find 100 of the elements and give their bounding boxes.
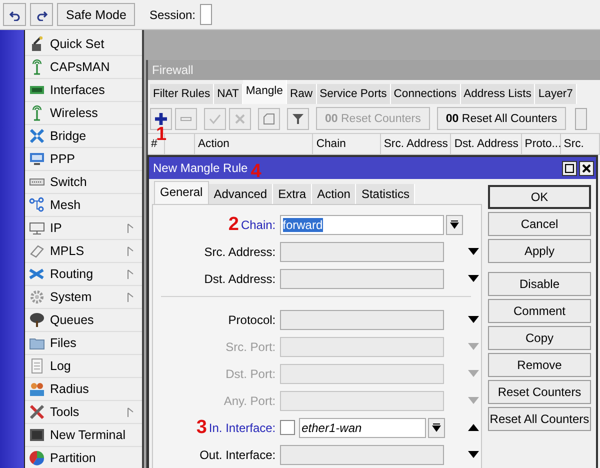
down-arrow-icon[interactable]: [468, 248, 479, 255]
tab[interactable]: Action: [312, 184, 356, 204]
dialog-button[interactable]: Disable: [488, 272, 591, 296]
sidebar-item[interactable]: Interfaces: [25, 79, 142, 102]
sidebar-item[interactable]: New Terminal: [25, 424, 142, 447]
field-label: Chain:: [240, 218, 276, 232]
plus-icon: [155, 112, 167, 124]
submenu-arrow-icon: [127, 406, 134, 418]
input-field[interactable]: [280, 390, 444, 410]
tree-icon: [29, 312, 45, 328]
dropdown-button[interactable]: [428, 418, 445, 438]
undo-button[interactable]: [3, 3, 26, 26]
submenu-arrow-icon: [127, 268, 134, 280]
monitor-icon: [29, 151, 45, 167]
column-header: Action: [195, 134, 314, 154]
tab[interactable]: Statistics: [356, 184, 416, 204]
dialog-button[interactable]: Cancel: [488, 212, 591, 236]
annotation-number: 2: [228, 216, 239, 234]
redo-icon: [36, 8, 48, 20]
nodes-icon: [29, 197, 45, 213]
sidebar-item[interactable]: Queues: [25, 309, 142, 332]
field-label: Dst. Address:: [204, 272, 276, 286]
tab[interactable]: Service Ports: [316, 84, 391, 104]
dropdown-button[interactable]: [446, 214, 463, 234]
dialog-button[interactable]: OK: [488, 185, 591, 209]
enable-button[interactable]: [204, 108, 226, 130]
tab[interactable]: NAT: [214, 84, 243, 104]
sidebar-item[interactable]: Switch: [25, 171, 142, 194]
field-label: Out. Interface:: [200, 448, 276, 462]
tab[interactable]: Address Lists: [460, 84, 536, 104]
down-arrow-icon[interactable]: [468, 316, 479, 323]
input-field[interactable]: forward: [280, 214, 444, 234]
sidebar-item[interactable]: Mesh: [25, 194, 142, 217]
sidebar-item[interactable]: CAPsMAN: [25, 56, 142, 79]
sidebar-item[interactable]: Log: [25, 355, 142, 378]
dialog-button[interactable]: Reset Counters: [488, 380, 591, 404]
tab[interactable]: Filter Rules: [150, 84, 214, 104]
safe-mode-button[interactable]: Safe Mode: [57, 3, 136, 26]
toolbar-button[interactable]: [575, 108, 588, 130]
dialog-button[interactable]: Remove: [488, 353, 591, 377]
sidebar-item[interactable]: Tools: [25, 401, 142, 424]
undo-icon: [8, 8, 20, 20]
sidebar-item[interactable]: IP: [25, 217, 142, 240]
reset-counters-button[interactable]: 00 Reset All Counters: [436, 107, 566, 130]
input-field[interactable]: [280, 444, 444, 464]
input-field[interactable]: ether1-wan: [298, 418, 426, 438]
terminal-icon: [29, 427, 45, 443]
submenu-arrow-icon: [127, 292, 134, 302]
sidebar-item[interactable]: Bridge: [25, 125, 142, 148]
field-label: Src. Port:: [226, 340, 276, 354]
disable-button[interactable]: [229, 108, 251, 130]
input-field[interactable]: [280, 310, 444, 330]
submenu-arrow-icon: [127, 246, 134, 256]
tab[interactable]: General: [154, 181, 209, 204]
caret-icon: [450, 220, 459, 229]
sidebar-item[interactable]: Quick Set: [25, 33, 142, 56]
session-field[interactable]: [200, 4, 212, 25]
sidebar-item[interactable]: Routing: [25, 263, 142, 286]
up-arrow-icon[interactable]: [468, 424, 479, 431]
close-button[interactable]: [579, 160, 594, 176]
dialog-button[interactable]: Reset All Counters: [488, 407, 591, 431]
dialog-button[interactable]: Comment: [488, 299, 591, 323]
down-arrow-icon[interactable]: [468, 451, 479, 458]
tab[interactable]: Connections: [390, 84, 461, 104]
maximize-button[interactable]: [562, 160, 577, 176]
filter-button[interactable]: [287, 108, 309, 130]
people-icon: [29, 381, 45, 397]
column-header: Dst. Address: [451, 134, 522, 154]
sidebar-item[interactable]: Files: [25, 332, 142, 355]
tab[interactable]: Raw: [286, 84, 317, 104]
redo-button[interactable]: [30, 3, 53, 26]
sidebar-item[interactable]: System: [25, 286, 142, 309]
sidebar-item[interactable]: Partition: [25, 447, 142, 468]
pie-chart-icon: [29, 450, 45, 466]
tab[interactable]: Extra: [273, 184, 312, 204]
note-icon: [263, 112, 275, 124]
sidebar-item[interactable]: MPLS: [25, 240, 142, 263]
sidebar-item[interactable]: Wireless: [25, 102, 142, 125]
field-label: In. Interface:: [208, 420, 276, 434]
input-field[interactable]: [280, 336, 444, 356]
tab[interactable]: Layer7: [535, 84, 577, 104]
comment-button[interactable]: [258, 108, 280, 130]
dialog-title: New Mangle Rule: [153, 161, 248, 175]
tab[interactable]: Mangle: [242, 80, 287, 104]
sidebar-item[interactable]: PPP: [25, 148, 142, 171]
down-arrow-icon[interactable]: [468, 275, 479, 282]
document-icon: [29, 358, 45, 374]
caret-icon: [432, 423, 441, 432]
field-label: Protocol:: [228, 312, 276, 326]
input-field[interactable]: [280, 268, 444, 288]
checkbox[interactable]: [280, 420, 295, 435]
gear-icon: [29, 289, 45, 305]
input-field[interactable]: [280, 364, 444, 384]
tab[interactable]: Advanced: [208, 184, 274, 204]
field-label: Src. Address:: [204, 244, 276, 258]
sidebar-item[interactable]: Radius: [25, 378, 142, 401]
column-header: Proto...: [522, 134, 561, 154]
input-field[interactable]: [280, 242, 444, 262]
dialog-button[interactable]: Apply: [488, 239, 591, 263]
dialog-button[interactable]: Copy: [488, 326, 591, 350]
